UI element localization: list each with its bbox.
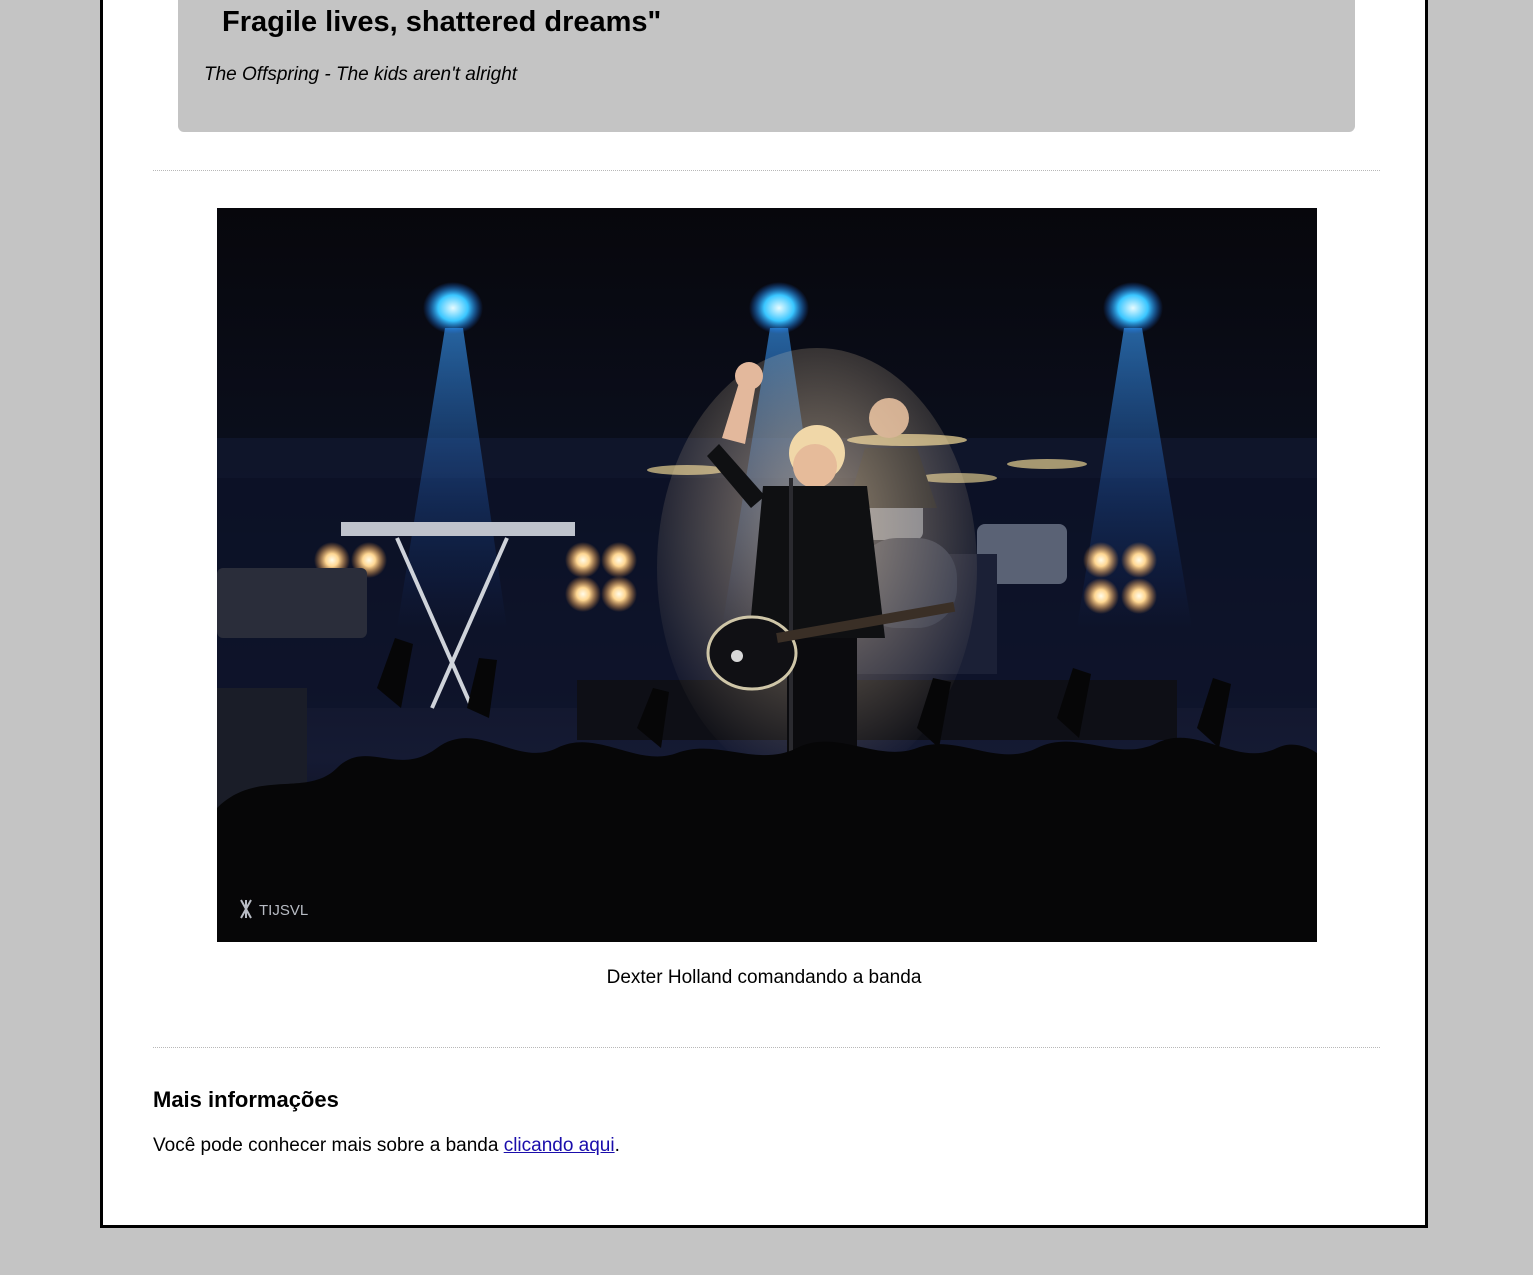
blockquote: Fragile lives, shattered dreams" The Off…	[178, 0, 1355, 132]
divider-bottom	[153, 1047, 1380, 1048]
more-info-text: Você pode conhecer mais sobre a banda	[153, 1135, 504, 1156]
more-info-paragraph: Você pode conhecer mais sobre a banda cl…	[153, 1134, 620, 1158]
divider-top	[153, 170, 1380, 171]
photo-caption: Dexter Holland comandando a banda	[606, 967, 922, 988]
quote-citation: The Offspring - The kids aren't alright	[204, 64, 518, 85]
blue-stage-light	[423, 282, 483, 334]
blue-stage-light	[749, 282, 809, 334]
more-info-link[interactable]: clicando aqui	[504, 1135, 615, 1156]
concert-photo: TIJSVL	[217, 208, 1317, 942]
more-info-heading: Mais informações	[153, 1087, 339, 1112]
quote-text: Fragile lives, shattered dreams"	[222, 6, 662, 38]
blue-stage-light	[1103, 282, 1163, 334]
content-card: Fragile lives, shattered dreams" The Off…	[100, 0, 1428, 1228]
watermark-text: TIJSVL	[259, 902, 308, 919]
more-info-period: .	[614, 1135, 620, 1156]
